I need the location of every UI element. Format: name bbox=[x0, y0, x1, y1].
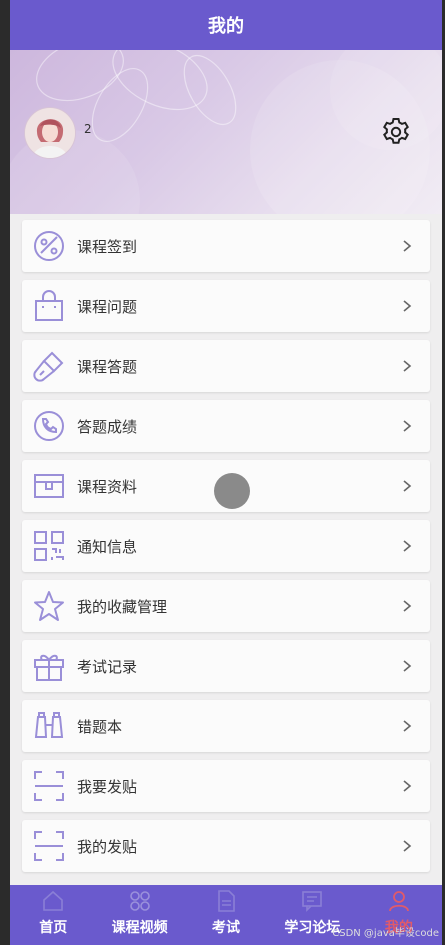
palette-icon bbox=[31, 228, 67, 264]
page-title: 我的 bbox=[208, 16, 244, 37]
chevron-right-icon bbox=[398, 237, 416, 255]
chevron-right-icon bbox=[398, 837, 416, 855]
menu-list: 课程签到 课程问题 课程答题 答题成绩 课程资料 通知信息 我的收藏管理 考试记… bbox=[22, 220, 430, 880]
chevron-right-icon bbox=[398, 777, 416, 795]
menu-item-label: 考试记录 bbox=[77, 657, 138, 676]
username: 2 bbox=[84, 122, 92, 136]
menu-item-label: 我的发贴 bbox=[77, 837, 138, 856]
menu-item-my-posts[interactable]: 我的发贴 bbox=[22, 820, 430, 872]
menu-item-label: 我要发贴 bbox=[77, 777, 138, 796]
document-icon bbox=[212, 887, 240, 915]
menu-item-label: 我的收藏管理 bbox=[77, 597, 168, 616]
menu-item-course-questions[interactable]: 课程问题 bbox=[22, 280, 430, 332]
menu-item-my-favorites[interactable]: 我的收藏管理 bbox=[22, 580, 430, 632]
tab-course-videos[interactable]: 课程视频 bbox=[96, 885, 182, 945]
chevron-right-icon bbox=[398, 417, 416, 435]
brush-icon bbox=[31, 348, 67, 384]
scan-icon bbox=[31, 768, 67, 804]
chevron-right-icon bbox=[398, 357, 416, 375]
tab-label: 课程视频 bbox=[111, 920, 168, 936]
qr-icon bbox=[31, 528, 67, 564]
tab-exam[interactable]: 考试 bbox=[183, 885, 269, 945]
menu-item-notifications[interactable]: 通知信息 bbox=[22, 520, 430, 572]
tab-label: 首页 bbox=[39, 920, 68, 936]
tab-label: 考试 bbox=[212, 920, 241, 936]
star-icon bbox=[31, 588, 67, 624]
profile-banner: 2 bbox=[10, 50, 442, 214]
chevron-right-icon bbox=[398, 597, 416, 615]
phone-icon bbox=[31, 408, 67, 444]
chevron-right-icon bbox=[398, 477, 416, 495]
touch-indicator bbox=[214, 473, 250, 509]
gift-icon bbox=[31, 648, 67, 684]
watermark: CSDN @java毕设code bbox=[332, 928, 439, 939]
chevron-right-icon bbox=[398, 297, 416, 315]
menu-item-course-answer[interactable]: 课程答题 bbox=[22, 340, 430, 392]
gear-icon bbox=[383, 118, 409, 144]
scan-icon bbox=[31, 828, 67, 864]
bag-icon bbox=[31, 288, 67, 324]
avatar-portrait-icon bbox=[25, 108, 75, 158]
chevron-right-icon bbox=[398, 657, 416, 675]
menu-item-label: 课程资料 bbox=[77, 477, 138, 496]
menu-item-label: 答题成绩 bbox=[77, 417, 138, 436]
menu-item-label: 通知信息 bbox=[77, 537, 138, 556]
menu-item-course-checkin[interactable]: 课程签到 bbox=[22, 220, 430, 272]
page-title-bar: 我的 bbox=[10, 0, 442, 50]
chevron-right-icon bbox=[398, 717, 416, 735]
forum-icon bbox=[298, 887, 326, 915]
menu-item-label: 课程答题 bbox=[77, 357, 138, 376]
user-icon bbox=[385, 887, 413, 915]
menu-item-create-post[interactable]: 我要发贴 bbox=[22, 760, 430, 812]
settings-button[interactable] bbox=[379, 114, 413, 148]
box-icon bbox=[31, 468, 67, 504]
menu-item-label: 课程问题 bbox=[77, 297, 138, 316]
home-icon bbox=[39, 887, 67, 915]
app-screen: 我的 2 课程签到 课程问题 课程答题 答题成绩 课程资料 通知信息 我的收藏管… bbox=[10, 0, 442, 945]
tab-home[interactable]: 首页 bbox=[10, 885, 96, 945]
menu-item-wrong-answer-book[interactable]: 错题本 bbox=[22, 700, 430, 752]
menu-item-label: 课程签到 bbox=[77, 237, 138, 256]
avatar[interactable] bbox=[24, 107, 76, 159]
grid-icon bbox=[126, 887, 154, 915]
menu-item-answer-scores[interactable]: 答题成绩 bbox=[22, 400, 430, 452]
menu-item-exam-records[interactable]: 考试记录 bbox=[22, 640, 430, 692]
menu-item-label: 错题本 bbox=[77, 717, 123, 736]
binoculars-icon bbox=[31, 708, 67, 744]
chevron-right-icon bbox=[398, 537, 416, 555]
